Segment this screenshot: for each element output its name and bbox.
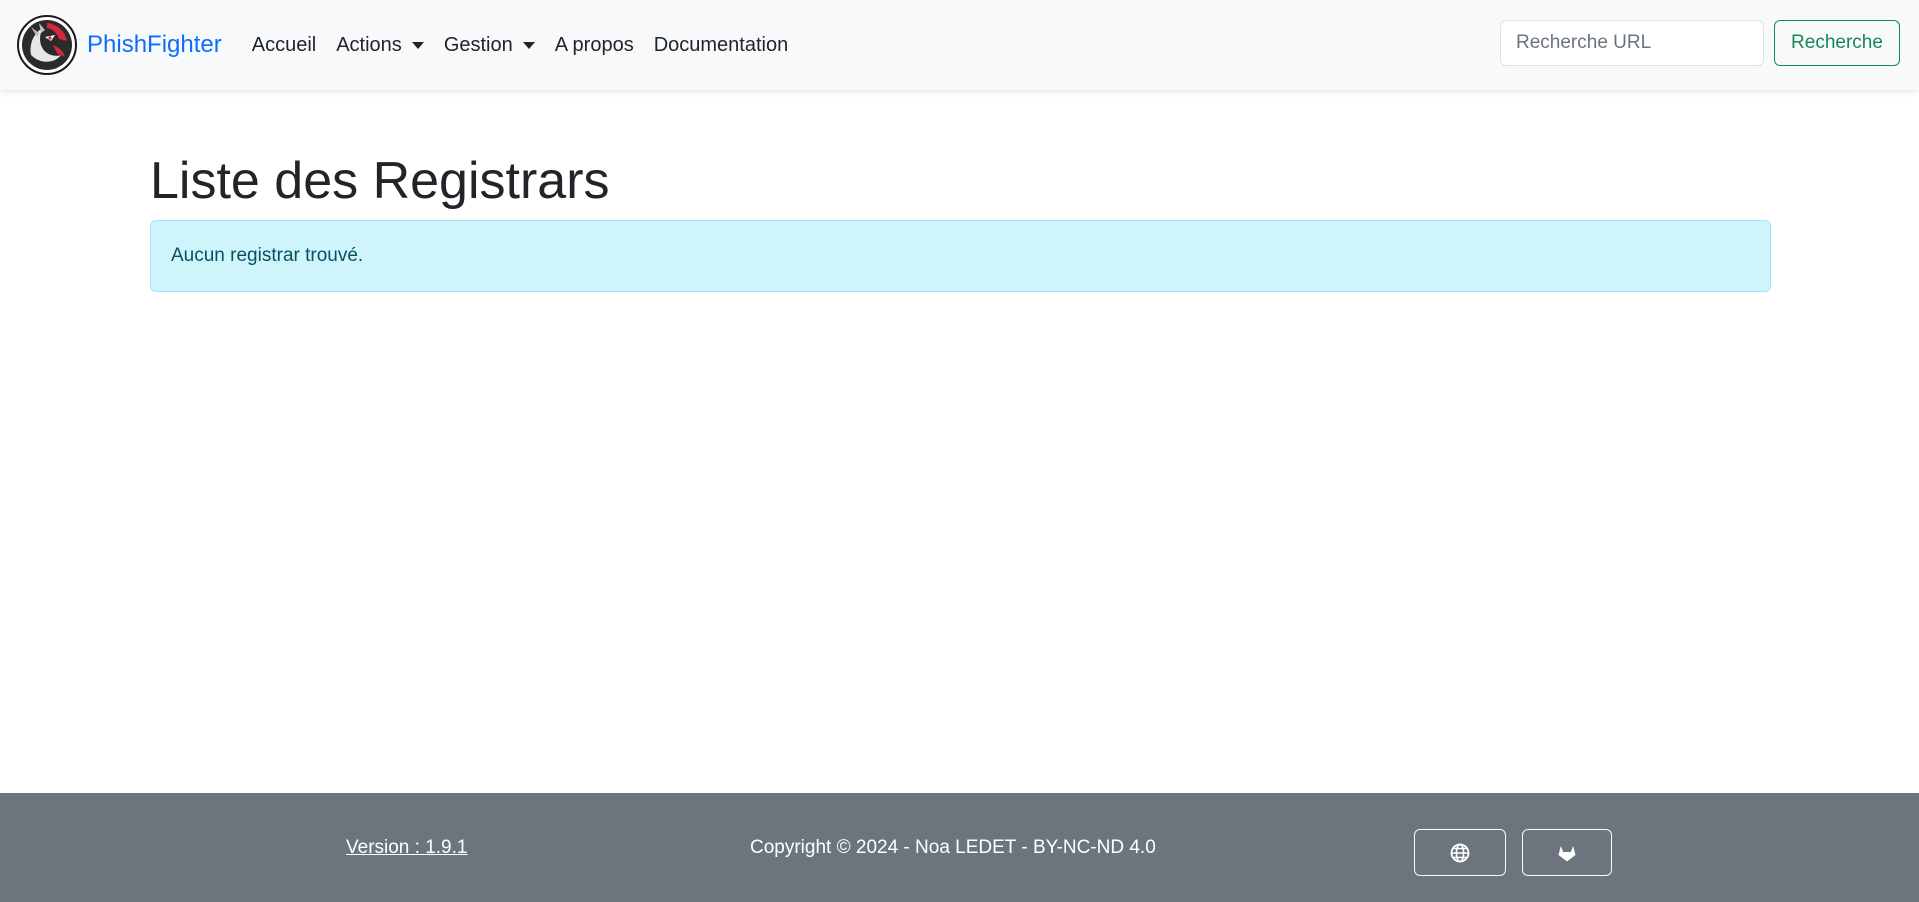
- nav-link-label: Actions: [336, 33, 402, 56]
- nav-link-accueil[interactable]: Accueil: [242, 34, 326, 57]
- navbar: PhishFighter Accueil Actions Gestion A p…: [0, 0, 1919, 90]
- dragon-logo-icon: [17, 15, 77, 75]
- version-link[interactable]: Version : 1.9.1: [346, 793, 467, 902]
- nav-link-label: Gestion: [443, 33, 513, 56]
- nav-links: Accueil Actions Gestion A propos Documen…: [242, 34, 799, 57]
- gitlab-button[interactable]: [1522, 829, 1612, 876]
- info-alert: Aucun registrar trouvé.: [150, 220, 1771, 293]
- main-content: Liste des Registrars Aucun registrar tro…: [150, 150, 1771, 293]
- nav-link-label: A propos: [554, 33, 634, 56]
- caret-down-icon: [411, 41, 424, 49]
- alert-message: Aucun registrar trouvé.: [171, 245, 364, 267]
- brand-link[interactable]: PhishFighter: [17, 15, 222, 75]
- nav-link-a-propos[interactable]: A propos: [545, 34, 644, 57]
- search-form: Recherche: [1500, 20, 1900, 66]
- nav-dropdown-actions[interactable]: Actions: [326, 34, 434, 57]
- nav-link-documentation[interactable]: Documentation: [644, 34, 799, 57]
- copyright-text: Copyright © 2024 - Noa LEDET - BY-NC-ND …: [750, 836, 1156, 858]
- gitlab-icon: [1558, 845, 1576, 861]
- footer: Version : 1.9.1 Copyright © 2024 - Noa L…: [0, 793, 1919, 902]
- brand-name: PhishFighter: [87, 31, 222, 58]
- search-url-input[interactable]: [1500, 20, 1764, 66]
- nav-link-label: Accueil: [251, 33, 317, 56]
- nav-link-label: Documentation: [653, 33, 789, 56]
- nav-dropdown-gestion[interactable]: Gestion: [434, 34, 545, 57]
- globe-icon: [1450, 843, 1470, 862]
- search-button[interactable]: Recherche: [1774, 20, 1900, 66]
- caret-down-icon: [522, 41, 535, 49]
- page-title: Liste des Registrars: [150, 152, 610, 210]
- website-button[interactable]: [1414, 829, 1506, 876]
